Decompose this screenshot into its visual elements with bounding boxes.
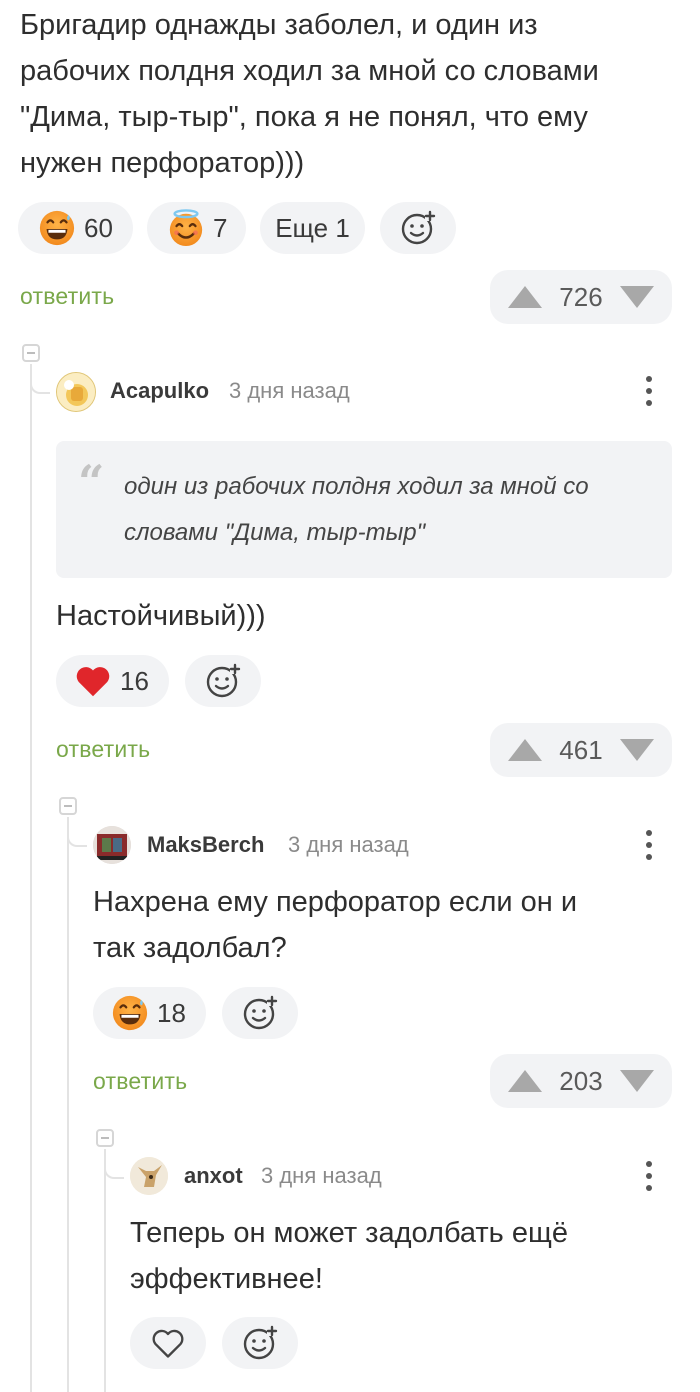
comment-text-line: так задолбал?	[93, 932, 287, 964]
avatar[interactable]	[130, 1157, 168, 1195]
post-rating-widget: 726	[490, 270, 672, 324]
comment-author[interactable]: anxot	[184, 1163, 243, 1189]
comment-reply-link[interactable]: ответить	[56, 736, 150, 763]
post-text-line: рабочих полдня ходил за мной со словами	[20, 55, 599, 87]
post-text: Бригадир однажды заболел, и один из рабо…	[20, 2, 690, 186]
reaction-grinning-button[interactable]: 60	[18, 202, 133, 254]
comment-rating-widget: 203	[490, 1054, 672, 1108]
quote-block: “ один из рабочих полдня ходил за мной с…	[56, 441, 672, 578]
comment-text-line: Теперь он может задолбать ещё	[130, 1217, 568, 1249]
add-reaction-button[interactable]	[185, 655, 261, 707]
rating-value: 461	[559, 734, 603, 765]
grinning-sweat-emoji-icon	[112, 995, 148, 1031]
rating-value: 203	[559, 1065, 603, 1096]
comment-author[interactable]: Acapulko	[110, 378, 209, 404]
avatar[interactable]	[93, 826, 131, 864]
collapse-thread-button[interactable]	[59, 797, 77, 815]
thread-line	[30, 364, 32, 1392]
comment-text-line: эффективнее!	[130, 1263, 323, 1295]
add-emoji-icon	[243, 1325, 278, 1360]
comment-time: 3 дня назад	[229, 378, 350, 403]
reaction-count: 18	[157, 997, 186, 1028]
comment-text: Нахрена ему перфоратор если он и так зад…	[93, 879, 663, 971]
reaction-count: 16	[120, 665, 149, 696]
reaction-count: 7	[213, 212, 228, 243]
avatar[interactable]	[56, 372, 96, 412]
downvote-button[interactable]	[619, 286, 654, 308]
more-reactions-button[interactable]: Еще 1	[260, 202, 365, 254]
quote-icon: “	[78, 455, 105, 509]
reaction-heart-button[interactable]: 16	[56, 655, 169, 707]
comment-rating-widget: 461	[490, 723, 672, 777]
more-options-icon[interactable]	[645, 376, 653, 412]
reaction-halo-button[interactable]: 7	[147, 202, 246, 254]
add-emoji-icon	[243, 995, 278, 1030]
add-emoji-icon	[401, 210, 436, 245]
comment-text-line: Нахрена ему перфоратор если он и	[93, 886, 578, 918]
comment-text: Настойчивый)))	[56, 600, 266, 632]
grinning-sweat-emoji-icon	[39, 210, 75, 246]
quote-text: один из рабочих полдня ходил за мной со …	[124, 464, 589, 556]
rating-value: 726	[559, 281, 603, 312]
reaction-grinning-button[interactable]: 18	[93, 987, 206, 1039]
thread-line	[104, 1149, 106, 1392]
quote-line: словами "Дима, тыр-тыр"	[124, 519, 426, 546]
reaction-count: 60	[84, 212, 113, 243]
comment-author[interactable]: MaksBerch	[147, 832, 264, 858]
thread-branch	[104, 1149, 124, 1179]
add-reaction-button[interactable]	[222, 1317, 298, 1369]
like-button[interactable]	[130, 1317, 206, 1369]
heart-outline-icon	[152, 1329, 184, 1358]
halo-smile-emoji-icon	[169, 209, 203, 247]
upvote-button[interactable]	[508, 286, 542, 308]
post-text-line: Бригадир однажды заболел, и один из	[20, 9, 538, 41]
quote-line: один из рабочих полдня ходил за мной со	[124, 473, 589, 500]
downvote-button[interactable]	[619, 1070, 654, 1092]
more-reactions-label: Еще 1	[275, 212, 350, 243]
heart-icon	[76, 667, 110, 697]
thread-branch	[67, 817, 87, 847]
comment-reply-link[interactable]: ответить	[93, 1068, 187, 1095]
upvote-button[interactable]	[508, 1070, 542, 1092]
add-reaction-button[interactable]	[380, 202, 456, 254]
more-options-icon[interactable]	[645, 1161, 653, 1197]
collapse-thread-button[interactable]	[22, 344, 40, 362]
more-options-icon[interactable]	[645, 830, 653, 866]
comment-text: Теперь он может задолбать ещё эффективне…	[130, 1210, 670, 1302]
post-reply-link[interactable]: ответить	[20, 283, 114, 310]
downvote-button[interactable]	[619, 739, 654, 761]
upvote-button[interactable]	[508, 739, 542, 761]
add-emoji-icon	[206, 663, 241, 698]
collapse-thread-button[interactable]	[96, 1129, 114, 1147]
thread-branch	[30, 364, 50, 394]
post-text-line: "Дима, тыр-тыр", пока я не понял, что ем…	[20, 101, 588, 133]
add-reaction-button[interactable]	[222, 987, 298, 1039]
comment-time: 3 дня назад	[261, 1163, 382, 1188]
comment-time: 3 дня назад	[288, 832, 409, 857]
post-text-line: нужен перфоратор)))	[20, 147, 305, 179]
thread-line	[67, 817, 69, 1392]
